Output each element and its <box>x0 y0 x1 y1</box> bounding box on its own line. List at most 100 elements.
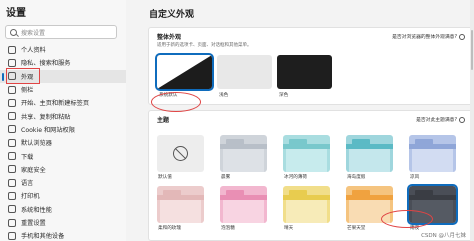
sidebar-item-label: 下载 <box>21 153 34 161</box>
appearance-label: 浅色 <box>219 93 229 98</box>
sidebar-item-label: 开始、主页和新建标签页 <box>21 100 90 108</box>
overall-title: 整体外观 <box>157 34 182 41</box>
reset-icon <box>8 218 16 227</box>
page-title: 自定义外观 <box>149 10 195 20</box>
sidebar-item[interactable]: 默认浏览器 <box>0 136 126 149</box>
theme-label: 海岛度假 <box>347 175 366 180</box>
system-default-preview <box>155 53 214 91</box>
sidebar-item-label: 打印机 <box>21 193 40 201</box>
theme-option[interactable]: 默认值 <box>157 135 204 181</box>
theme-label: 默认值 <box>158 175 172 180</box>
dark-preview <box>277 55 332 89</box>
themes-feedback-text: 是否对此主题满意? <box>416 118 457 123</box>
theme-label: 泡泡糖 <box>221 226 235 231</box>
phone-icon <box>8 231 16 240</box>
sidebar-item[interactable]: 语言 <box>0 176 126 189</box>
sidebar-item-label: 默认浏览器 <box>21 140 52 148</box>
theme-label: 芒果天堂 <box>347 226 366 231</box>
theme-label: 柔和的玫瑰 <box>158 226 181 231</box>
theme-label: 冰河的薄荷 <box>284 175 307 180</box>
settings-window: 设置 搜索设置 个人资料 隐私、搜索和服务 外观 侧栏 开始、主页和新建标签页 共享、复制… <box>0 0 474 241</box>
language-icon <box>8 178 16 187</box>
appearance-option-light[interactable]: 浅色 <box>217 55 272 101</box>
theme-preview <box>283 135 330 172</box>
theme-option[interactable]: 芒果天堂 <box>346 186 393 232</box>
sidebar-item-label: 共享、复制和粘贴 <box>21 113 71 121</box>
theme-body-swatch <box>349 149 390 172</box>
annotation-ellipse <box>381 210 433 228</box>
scrollbar-thumb[interactable] <box>471 30 473 70</box>
theme-preview <box>409 135 456 172</box>
sidebar-item-label: 个人资料 <box>21 47 46 55</box>
sidebar-item[interactable]: 开始、主页和新建标签页 <box>0 96 126 109</box>
lock-icon <box>8 58 16 67</box>
themes-title: 主题 <box>157 117 170 124</box>
sidebar-item[interactable]: 共享、复制和粘贴 <box>0 109 126 122</box>
light-preview <box>217 55 272 89</box>
sidebar-title: 设置 <box>6 8 26 19</box>
sidebar-item[interactable]: 重置设置 <box>0 216 126 229</box>
help-icon[interactable] <box>459 33 465 40</box>
overall-subtitle: 适用于新的选项卡、页面、对话框和其他菜单。 <box>157 43 252 48</box>
theme-option[interactable]: 晴天 <box>283 186 330 232</box>
theme-option[interactable]: 柔和的玫瑰 <box>157 186 204 232</box>
search-box[interactable]: 搜索设置 <box>5 25 117 39</box>
theme-option[interactable]: 凉风 <box>409 135 456 181</box>
annotation-ellipse <box>151 92 201 112</box>
theme-preview <box>157 186 204 223</box>
theme-body-swatch <box>286 149 327 172</box>
sidebar-item[interactable]: 下载 <box>0 149 126 162</box>
theme-body-swatch <box>286 200 327 223</box>
theme-preview <box>220 186 267 223</box>
system-icon <box>8 205 16 214</box>
sidebar-item-label: 手机和其他设备 <box>21 233 65 241</box>
settings-sidebar: 设置 搜索设置 个人资料 隐私、搜索和服务 外观 侧栏 开始、主页和新建标签页 共享、复制… <box>0 0 126 241</box>
theme-body-swatch <box>223 200 264 223</box>
person-icon <box>8 45 16 54</box>
sidebar-item-label: 重置设置 <box>21 220 46 227</box>
sidebar-item[interactable]: 个人资料 <box>0 43 126 56</box>
overall-feedback-text: 是否对浏览器的整体外观满意? <box>392 35 457 40</box>
sidebar-item[interactable]: 家庭安全 <box>0 163 126 176</box>
sidebar-item[interactable]: 手机和其他设备 <box>0 229 126 241</box>
theme-label: 凉风 <box>410 175 420 180</box>
help-icon[interactable] <box>459 116 465 123</box>
sidebar-item[interactable]: 打印机 <box>0 189 126 202</box>
sidebar-item[interactable]: Cookie 和网站权限 <box>0 123 126 136</box>
sidebar-item[interactable]: 系统和性能 <box>0 203 126 216</box>
sidebar-item-label: 隐私、搜索和服务 <box>21 60 71 68</box>
search-input[interactable]: 搜索设置 <box>21 28 45 37</box>
home-icon <box>8 98 16 107</box>
theme-option[interactable]: 冰河的薄荷 <box>283 135 330 181</box>
theme-option[interactable]: 海岛度假 <box>346 135 393 181</box>
appearance-label: 深色 <box>279 93 289 98</box>
sidebar-item-label: 侧栏 <box>21 87 34 95</box>
theme-label: 晨雾 <box>221 175 231 180</box>
theme-option[interactable]: 泡泡糖 <box>220 186 267 232</box>
sidebar-item[interactable]: 侧栏 <box>0 83 126 96</box>
theme-body-swatch <box>223 149 264 172</box>
sidebar-item-label: 家庭安全 <box>21 166 46 174</box>
sidebar-item-label: 语言 <box>21 180 34 188</box>
theme-preview <box>157 135 204 172</box>
family-icon <box>8 165 16 174</box>
search-icon <box>10 28 17 36</box>
overall-feedback-link[interactable]: 是否对浏览器的整体外观满意? <box>392 33 465 40</box>
theme-option[interactable]: 晨雾 <box>220 135 267 181</box>
theme-body-swatch <box>412 149 453 172</box>
browser-icon <box>8 138 16 147</box>
system-default-swatch <box>157 55 212 89</box>
theme-label: 晴天 <box>284 226 294 231</box>
cookie-icon <box>8 125 16 134</box>
theme-preview <box>220 135 267 172</box>
main-panel: 自定义外观 整体外观 适用于新的选项卡、页面、对话框和其他菜单。 是否对浏览器的… <box>129 0 474 241</box>
no-theme-icon <box>173 146 188 161</box>
watermark: CSDN @八月七妹 <box>421 233 466 239</box>
scrollbar[interactable] <box>470 0 474 241</box>
appearance-option-dark[interactable]: 深色 <box>277 55 332 101</box>
theme-body-swatch <box>160 200 201 223</box>
sidebar-item-label: 系统和性能 <box>21 206 52 214</box>
theme-preview <box>283 186 330 223</box>
themes-feedback-link[interactable]: 是否对此主题满意? <box>416 116 465 123</box>
download-icon <box>8 152 16 161</box>
